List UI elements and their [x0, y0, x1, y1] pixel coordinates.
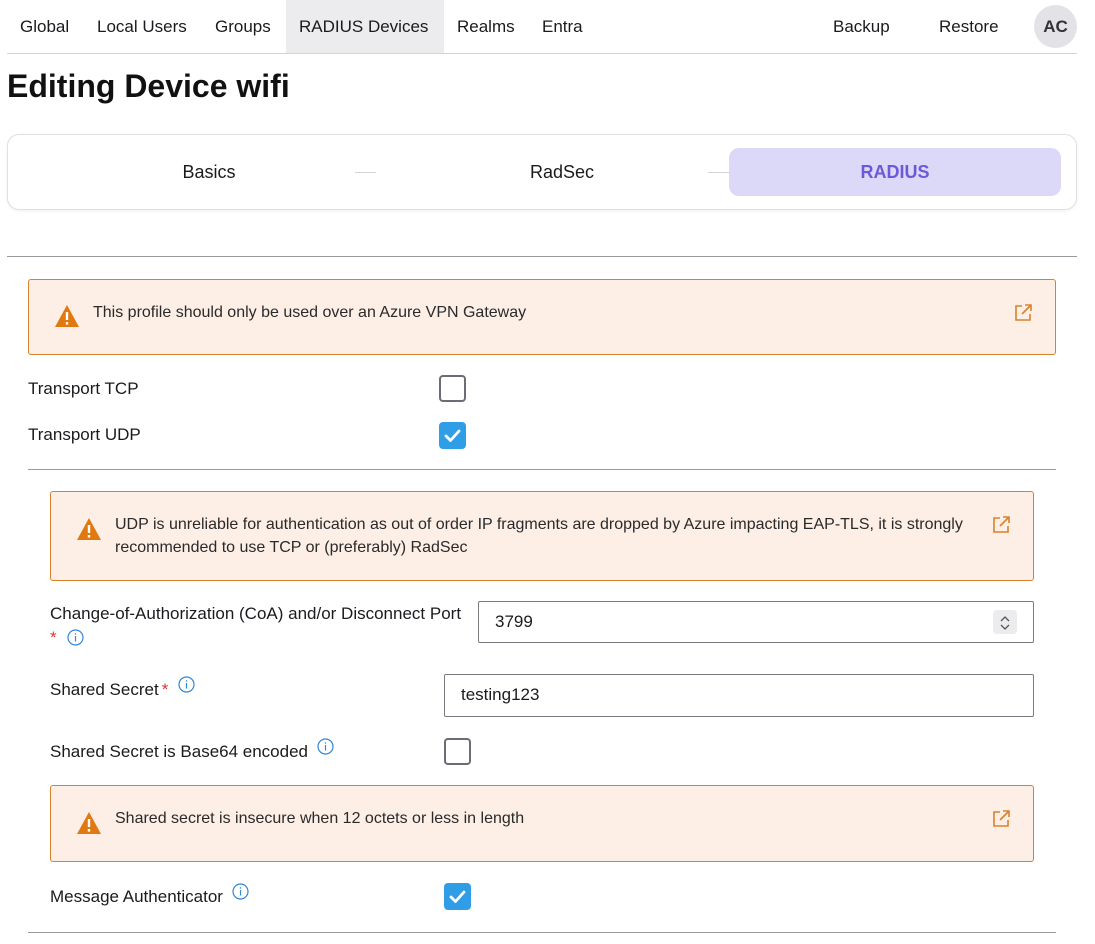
check-icon — [449, 890, 466, 903]
section-divider — [7, 256, 1077, 257]
alert-message: This profile should only be used over an… — [93, 304, 527, 321]
step-radius[interactable]: RADIUS — [729, 148, 1061, 196]
required-marker: * — [50, 628, 57, 647]
message-auth-label-text: Message Authenticator — [50, 887, 223, 906]
nav-item-local-users[interactable]: Local Users — [84, 0, 200, 53]
alert-message: Shared secret is insecure when 12 octets… — [115, 810, 525, 827]
external-link-icon[interactable] — [992, 515, 1011, 534]
coa-port-value: 3799 — [495, 612, 533, 631]
backup-button[interactable]: Backup — [820, 0, 903, 53]
top-nav: Global Local Users Groups RADIUS Devices… — [7, 0, 1077, 54]
shared-secret-label-text: Shared Secret — [50, 680, 159, 699]
shared-secret-input[interactable]: testing123 — [444, 674, 1034, 717]
shared-secret-label: Shared Secret * — [50, 676, 195, 702]
nav-item-entra[interactable]: Entra — [529, 0, 596, 53]
transport-tcp-checkbox[interactable] — [439, 375, 466, 402]
info-icon[interactable] — [317, 738, 334, 755]
warning-icon — [55, 305, 79, 327]
nav-item-realms[interactable]: Realms — [444, 0, 528, 53]
info-icon[interactable] — [178, 676, 195, 693]
required-marker: * — [161, 680, 169, 699]
number-spinner[interactable] — [993, 610, 1017, 634]
step-basics[interactable]: Basics — [28, 148, 390, 196]
external-link-icon[interactable] — [1014, 303, 1033, 322]
shared-secret-value: testing123 — [461, 685, 540, 704]
shared-secret-b64-checkbox[interactable] — [444, 738, 471, 765]
shared-secret-b64-label-text: Shared Secret is Base64 encoded — [50, 742, 309, 761]
page-title: Editing Device wifi — [7, 68, 290, 104]
chevron-up-down-icon — [1000, 616, 1010, 630]
external-link-icon[interactable] — [992, 809, 1011, 828]
transport-tcp-label: Transport TCP — [28, 379, 139, 398]
nav-item-groups[interactable]: Groups — [202, 0, 284, 53]
alert-message: UDP is unreliable for authentication as … — [115, 516, 963, 556]
check-icon — [444, 429, 461, 442]
message-auth-checkbox[interactable] — [444, 883, 471, 910]
udp-warning-alert: UDP is unreliable for authentication as … — [50, 491, 1034, 581]
warning-icon — [77, 518, 101, 540]
step-separator — [708, 172, 729, 173]
message-auth-label: Message Authenticator — [50, 883, 249, 909]
restore-button[interactable]: Restore — [926, 0, 1012, 53]
nav-item-global[interactable]: Global — [7, 0, 82, 53]
info-icon[interactable] — [232, 883, 249, 900]
step-radsec[interactable]: RadSec — [382, 148, 742, 196]
step-separator — [355, 172, 376, 173]
stepper: Basics RadSec RADIUS — [7, 134, 1077, 210]
shared-secret-b64-label: Shared Secret is Base64 encoded — [50, 738, 334, 764]
nav-item-radius-devices[interactable]: RADIUS Devices — [286, 0, 444, 53]
info-icon[interactable] — [67, 629, 84, 646]
transport-udp-label: Transport UDP — [28, 425, 141, 444]
transport-udp-checkbox[interactable] — [439, 422, 466, 449]
secret-warning-alert: Shared secret is insecure when 12 octets… — [50, 785, 1034, 862]
avatar[interactable]: AC — [1034, 5, 1077, 48]
section-divider — [28, 469, 1056, 470]
warning-icon — [77, 812, 101, 834]
coa-port-label: Change-of-Authorization (CoA) and/or Dis… — [50, 602, 475, 650]
azure-warning-alert: This profile should only be used over an… — [28, 279, 1056, 355]
coa-port-input[interactable]: 3799 — [478, 601, 1034, 643]
coa-port-label-text: Change-of-Authorization (CoA) and/or Dis… — [50, 604, 462, 623]
section-divider — [28, 932, 1056, 933]
